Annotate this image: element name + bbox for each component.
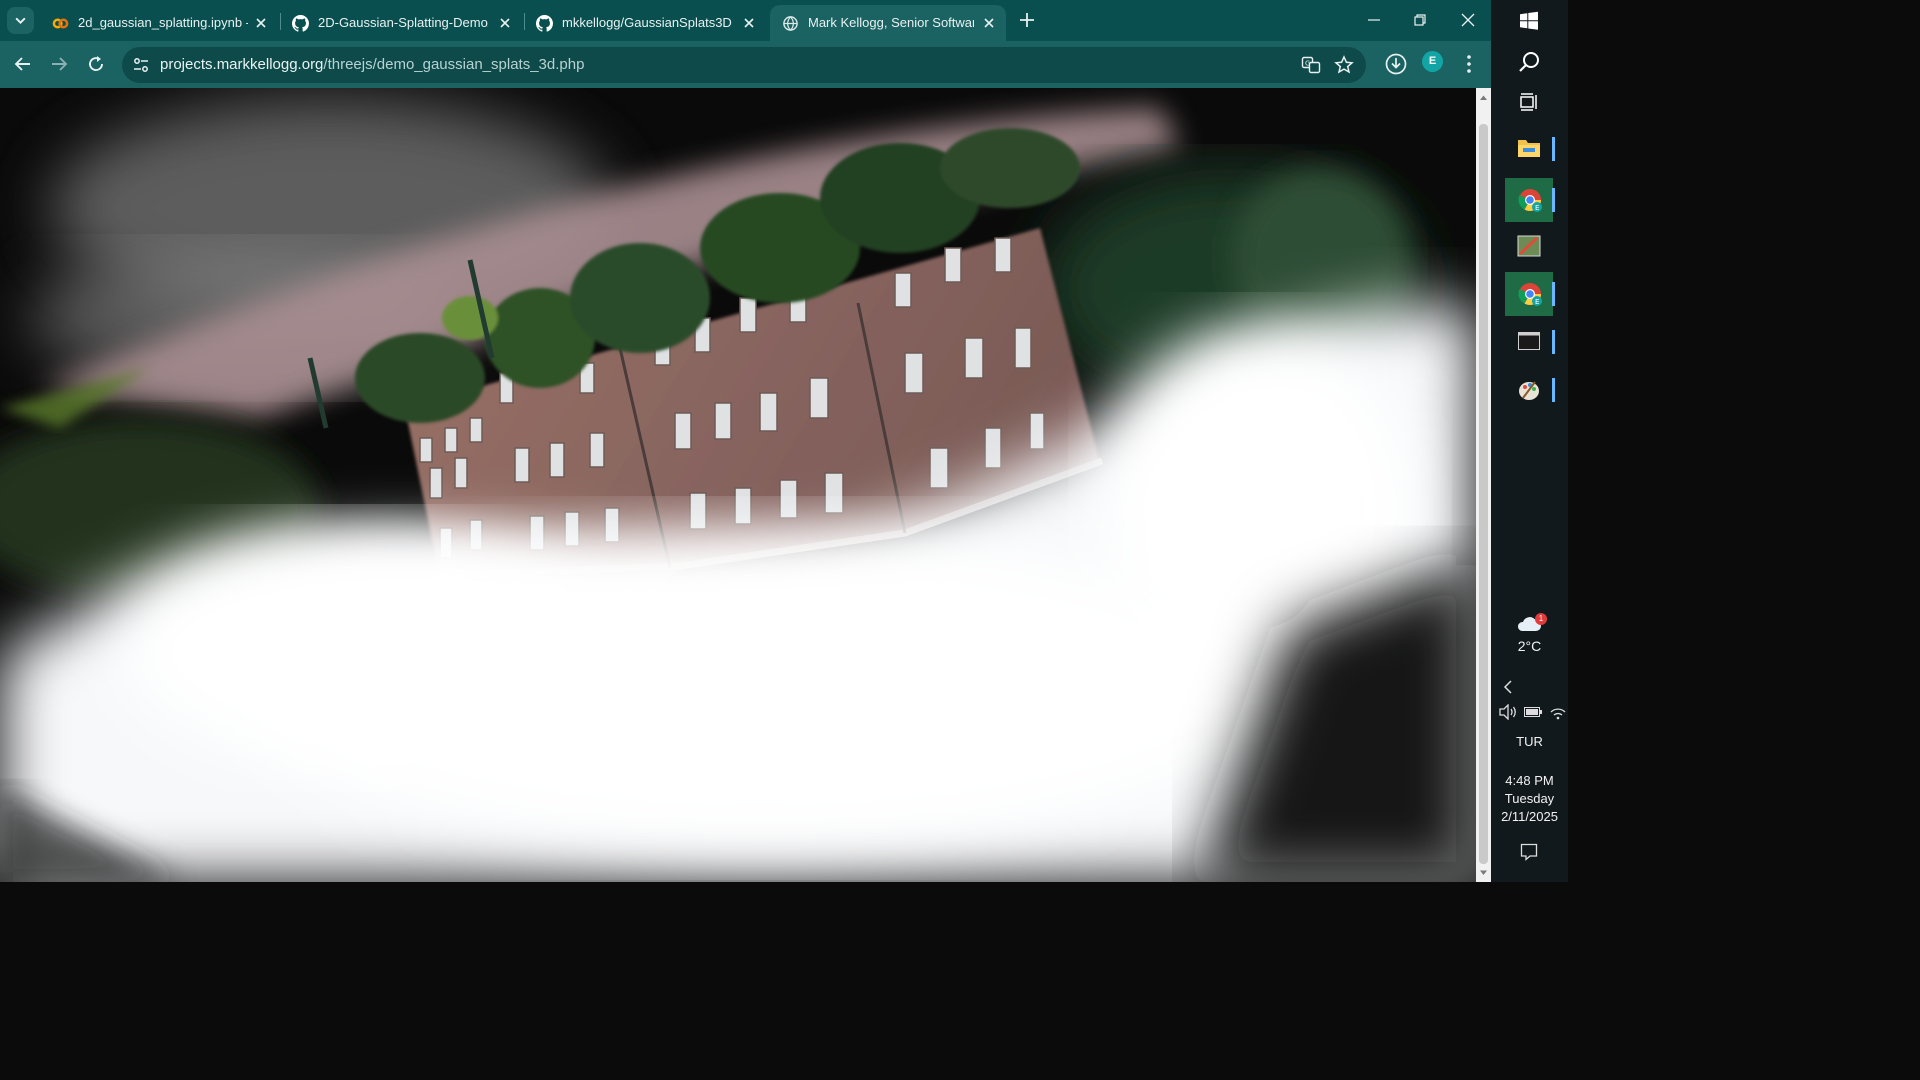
- tab-mark-kellogg[interactable]: Mark Kellogg, Senior Software E: [770, 5, 1006, 41]
- url-text[interactable]: projects.markkellogg.org/threejs/demo_ga…: [160, 56, 584, 74]
- battery-icon[interactable]: [1524, 706, 1542, 718]
- input-language[interactable]: TUR: [1491, 733, 1568, 751]
- notification-center-icon[interactable]: [1520, 843, 1538, 861]
- clock-time[interactable]: 4:48 PM: [1491, 772, 1568, 790]
- scrollbar-thumb[interactable]: [1479, 124, 1488, 864]
- profile-avatar[interactable]: E: [1422, 51, 1443, 72]
- terminal-icon: [1518, 332, 1540, 350]
- wifi-icon[interactable]: [1549, 704, 1567, 720]
- forward-arrow-icon[interactable]: [46, 51, 72, 77]
- tab-github-demo[interactable]: 2D-Gaussian-Splatting-Demo/2: [280, 5, 522, 41]
- new-tab-icon[interactable]: [1016, 9, 1038, 31]
- clock-date[interactable]: 2/11/2025: [1491, 808, 1568, 826]
- taskbar-paint[interactable]: [1505, 368, 1555, 412]
- tab-title: mkkellogg/GaussianSplats3D: T: [562, 15, 732, 30]
- chrome-icon: E: [1518, 189, 1542, 212]
- svg-text:E: E: [1535, 298, 1539, 306]
- github-icon: [292, 15, 309, 32]
- paint-palette-icon: [1519, 381, 1539, 400]
- weather-temp[interactable]: 2°C: [1491, 637, 1568, 655]
- tab-title: Mark Kellogg, Senior Software E: [808, 15, 974, 30]
- kebab-menu-icon[interactable]: [1456, 51, 1482, 77]
- running-indicator: [1552, 282, 1555, 306]
- toolbar: projects.markkellogg.org/threejs/demo_ga…: [0, 41, 1491, 88]
- site-info-icon[interactable]: [132, 56, 150, 74]
- taskbar-file-explorer[interactable]: [1505, 127, 1555, 171]
- weather-badge: 1: [1535, 613, 1547, 625]
- chevron-down-icon: [15, 17, 26, 25]
- scroll-up-icon[interactable]: [1478, 92, 1489, 103]
- tab-github-gaussiansplats3d[interactable]: mkkellogg/GaussianSplats3D: T: [524, 5, 766, 41]
- splat-canvas[interactable]: [0, 88, 1476, 882]
- tab-search-button[interactable]: [7, 7, 34, 34]
- url-domain: projects.markkellogg.org: [160, 56, 324, 73]
- clock-day[interactable]: Tuesday: [1491, 790, 1568, 808]
- minimize-icon[interactable]: [1362, 8, 1386, 32]
- globe-icon: [783, 16, 798, 31]
- gaussian-splat-scene[interactable]: [0, 88, 1476, 882]
- windows-start-icon[interactable]: [1519, 11, 1539, 31]
- running-indicator: [1552, 378, 1555, 402]
- chevron-left-icon[interactable]: [1502, 680, 1514, 694]
- folder-icon: [1518, 140, 1540, 157]
- browser-window: 2d_gaussian_splatting.ipynb - C 2D-Gauss…: [0, 0, 1491, 88]
- address-bar[interactable]: projects.markkellogg.org/threejs/demo_ga…: [122, 47, 1366, 83]
- github-icon: [536, 15, 553, 32]
- download-icon[interactable]: [1383, 51, 1409, 77]
- close-icon[interactable]: [252, 14, 270, 32]
- close-icon[interactable]: [980, 14, 998, 32]
- bookmark-star-icon[interactable]: [1334, 55, 1354, 75]
- scroll-down-icon[interactable]: [1478, 867, 1489, 878]
- restore-icon[interactable]: [1408, 8, 1432, 32]
- back-arrow-icon[interactable]: [10, 51, 36, 77]
- page-scrollbar[interactable]: [1476, 88, 1491, 882]
- close-icon[interactable]: [740, 14, 758, 32]
- taskbar-chrome-2[interactable]: E: [1505, 272, 1555, 316]
- tab-title: 2D-Gaussian-Splatting-Demo/2: [318, 15, 488, 30]
- url-path: /threejs/demo_gaussian_splats_3d.php: [323, 56, 585, 73]
- reload-icon[interactable]: [83, 51, 109, 77]
- colab-icon: [52, 18, 69, 29]
- close-window-icon[interactable]: [1456, 8, 1480, 32]
- search-icon[interactable]: [1517, 50, 1541, 74]
- taskbar-terminal[interactable]: [1505, 320, 1555, 364]
- taskbar-chrome[interactable]: E: [1505, 178, 1555, 222]
- chrome-icon: E: [1518, 283, 1542, 306]
- image-app-icon: [1517, 235, 1541, 257]
- running-indicator: [1552, 188, 1555, 212]
- taskbar-app-image[interactable]: [1505, 224, 1553, 268]
- translate-icon[interactable]: G: [1301, 55, 1321, 75]
- tab-colab[interactable]: 2d_gaussian_splatting.ipynb - C: [40, 5, 278, 41]
- taskbar: E E 1 2°C TUR 4:48 PM Tuesday 2/11/2025: [1491, 0, 1568, 882]
- svg-text:G: G: [1305, 60, 1310, 68]
- close-icon[interactable]: [496, 14, 514, 32]
- svg-text:E: E: [1535, 204, 1539, 212]
- running-indicator: [1552, 330, 1555, 354]
- volume-icon[interactable]: [1499, 704, 1519, 720]
- tab-title: 2d_gaussian_splatting.ipynb - C: [78, 15, 248, 30]
- task-view-icon[interactable]: [1519, 92, 1539, 112]
- running-indicator: [1552, 137, 1555, 161]
- tab-strip: 2d_gaussian_splatting.ipynb - C 2D-Gauss…: [0, 0, 1491, 41]
